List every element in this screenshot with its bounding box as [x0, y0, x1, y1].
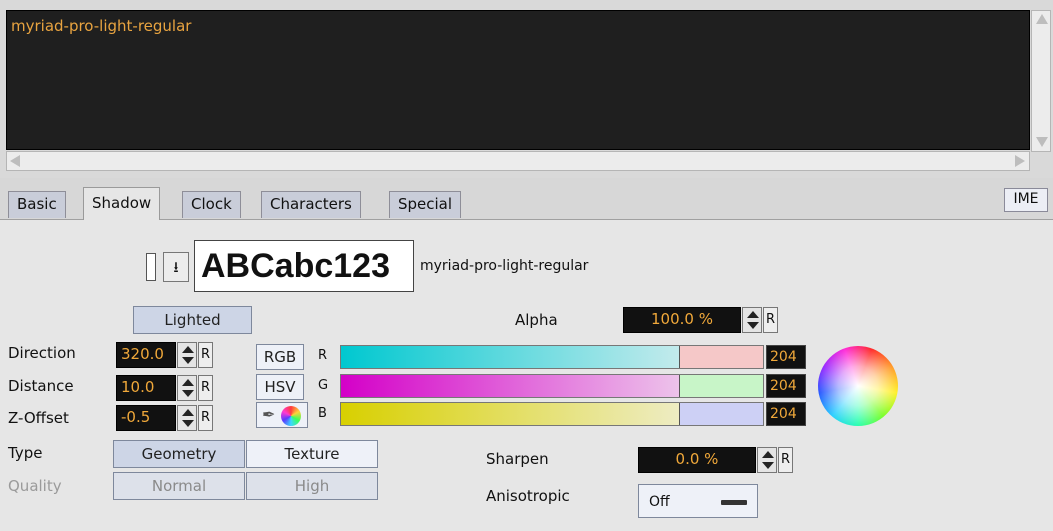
sharpen-field[interactable]: 0.0 %: [638, 447, 756, 473]
horizontal-scrollbar[interactable]: [6, 151, 1030, 171]
distance-reset-button[interactable]: R: [198, 375, 213, 401]
editor-text: myriad-pro-light-regular: [11, 17, 192, 35]
distance-spinner[interactable]: [177, 375, 197, 401]
scroll-right-icon[interactable]: [1015, 155, 1025, 167]
anisotropic-value: Off: [649, 494, 670, 510]
channel-g-value[interactable]: 204: [766, 374, 806, 398]
type-texture-button[interactable]: Texture: [246, 440, 378, 468]
hsv-mode-button[interactable]: HSV: [256, 374, 304, 400]
ime-button[interactable]: IME: [1004, 188, 1048, 212]
sharpen-label: Sharpen: [486, 450, 549, 468]
sharpen-spinner[interactable]: [757, 447, 777, 473]
color-wheel-center: [818, 346, 898, 426]
direction-spinner[interactable]: [177, 342, 197, 368]
sharpen-reset-button[interactable]: R: [778, 447, 793, 473]
channel-r-slider[interactable]: [340, 345, 764, 369]
editor-panel: myriad-pro-light-regular: [0, 0, 1053, 178]
channel-r-label: R: [318, 348, 328, 363]
channel-b-value[interactable]: 204: [766, 402, 806, 426]
alpha-label: Alpha: [515, 311, 558, 329]
tab-characters[interactable]: Characters: [261, 191, 361, 218]
alpha-field[interactable]: 100.0 %: [623, 307, 741, 333]
zoffset-label: Z-Offset: [8, 409, 69, 427]
alpha-reset-button[interactable]: R: [763, 307, 778, 333]
color-swatch-icon: [281, 406, 301, 426]
channel-g-preview: [679, 375, 763, 397]
font-dropdown-button[interactable]: ⭳: [163, 252, 189, 282]
distance-label: Distance: [8, 377, 74, 395]
eyedropper-icon: ✒: [262, 405, 276, 424]
channel-r-preview: [679, 346, 763, 368]
tab-shadow[interactable]: Shadow: [83, 187, 161, 220]
channel-g-label: G: [318, 378, 329, 393]
channel-r-value[interactable]: 204: [766, 345, 806, 369]
direction-reset-button[interactable]: R: [198, 342, 213, 368]
font-preview[interactable]: ABCabc123: [194, 240, 414, 292]
channel-b-preview: [679, 403, 763, 425]
type-geometry-button[interactable]: Geometry: [113, 440, 245, 468]
channel-g-slider[interactable]: [340, 374, 764, 398]
scroll-up-icon[interactable]: [1036, 14, 1048, 24]
quality-normal-button: Normal: [113, 472, 245, 500]
font-checkbox[interactable]: [146, 253, 156, 281]
channel-b-slider[interactable]: [340, 402, 764, 426]
text-editor[interactable]: myriad-pro-light-regular: [6, 10, 1030, 150]
quality-label: Quality: [8, 477, 62, 495]
anisotropic-dropdown[interactable]: Off: [638, 484, 758, 518]
dropdown-bar-icon: [721, 500, 747, 505]
color-picker-button[interactable]: ✒: [256, 402, 308, 428]
zoffset-spinner[interactable]: [177, 405, 197, 431]
zoffset-reset-button[interactable]: R: [198, 405, 213, 431]
tab-bar: Basic Shadow Clock Characters Special: [0, 178, 1053, 220]
tab-special[interactable]: Special: [389, 191, 462, 218]
download-arrow-icon: ⭳: [173, 258, 179, 276]
scroll-left-icon[interactable]: [10, 155, 20, 167]
tab-basic[interactable]: Basic: [8, 191, 66, 218]
zoffset-field[interactable]: -0.5: [116, 405, 176, 431]
color-wheel[interactable]: [818, 346, 898, 426]
distance-field[interactable]: 10.0: [116, 375, 176, 401]
alpha-spinner[interactable]: [742, 307, 762, 333]
type-label: Type: [8, 444, 43, 462]
anisotropic-label: Anisotropic: [486, 487, 570, 505]
direction-field[interactable]: 320.0: [116, 342, 176, 368]
lighted-button[interactable]: Lighted: [133, 306, 252, 334]
direction-label: Direction: [8, 344, 76, 362]
rgb-mode-button[interactable]: RGB: [256, 344, 304, 370]
font-name: myriad-pro-light-regular: [420, 258, 589, 274]
quality-high-button: High: [246, 472, 378, 500]
vertical-scrollbar[interactable]: [1031, 10, 1051, 152]
tab-clock[interactable]: Clock: [182, 191, 241, 218]
channel-b-label: B: [318, 406, 327, 421]
scroll-down-icon[interactable]: [1036, 137, 1048, 147]
